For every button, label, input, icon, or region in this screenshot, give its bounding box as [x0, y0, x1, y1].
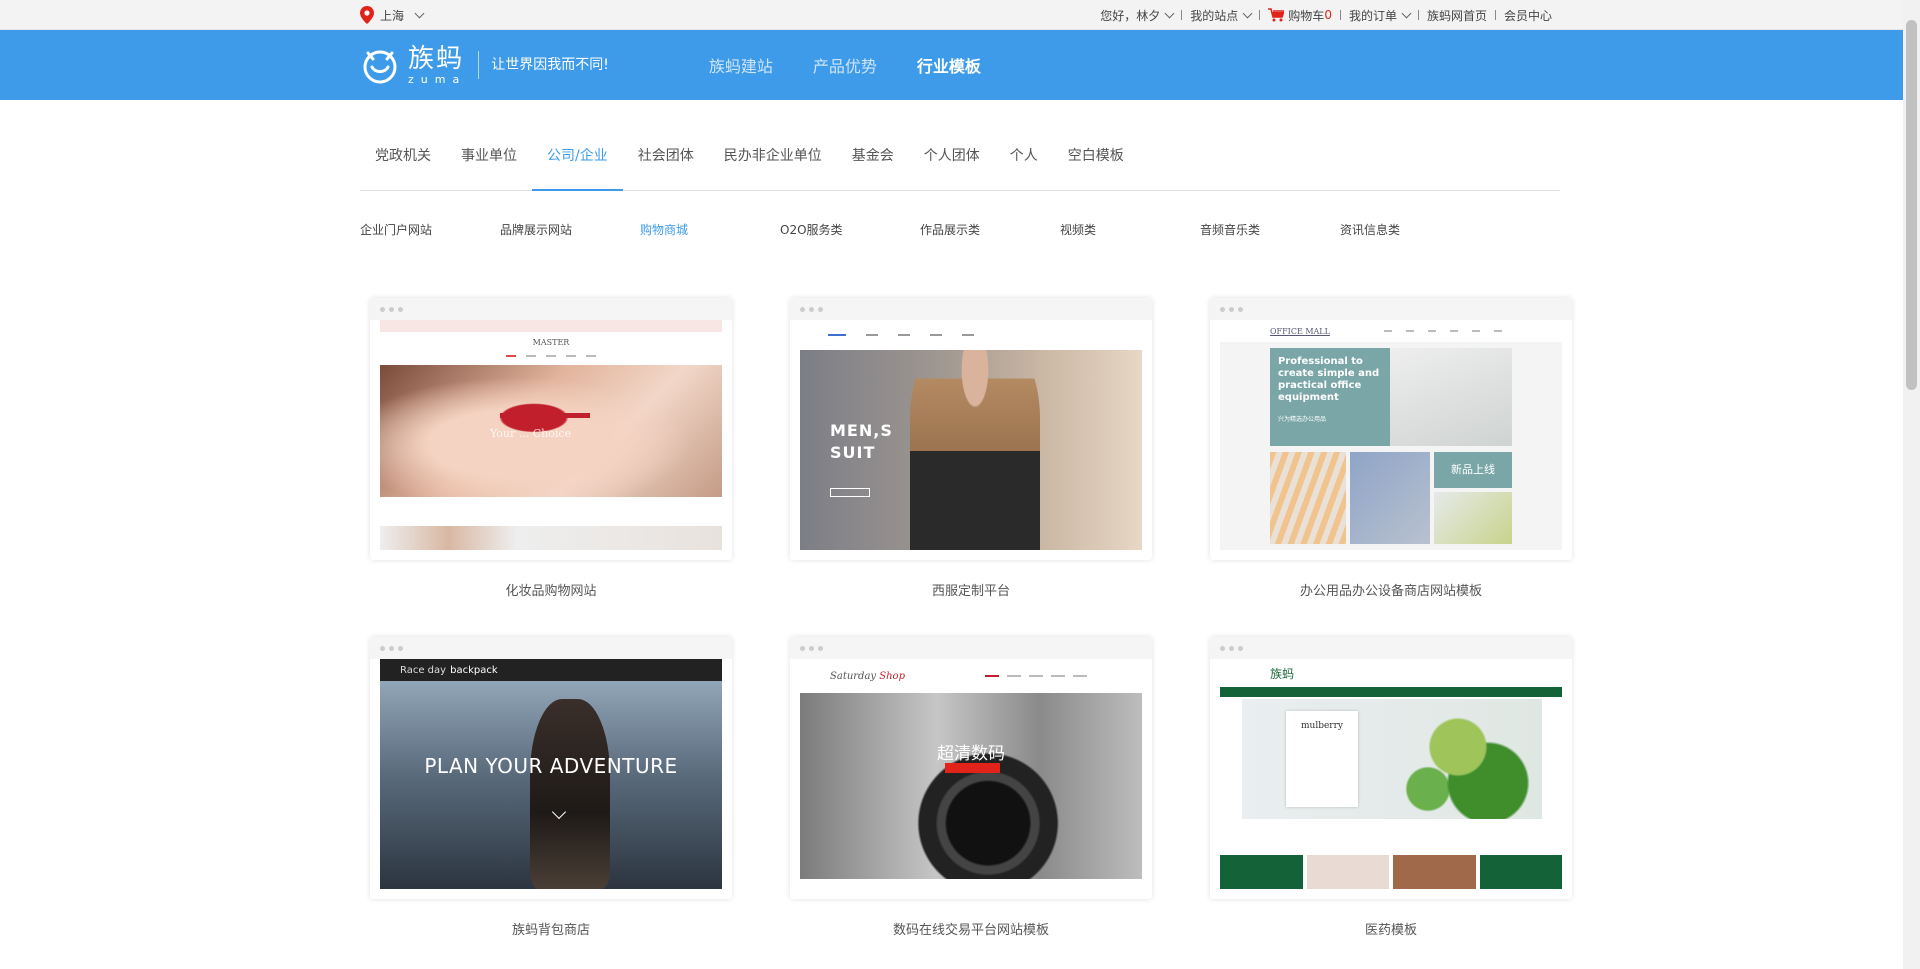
main-nav: 族蚂建站 产品优势 行业模板	[709, 53, 1021, 77]
location-selector[interactable]: 上海	[360, 6, 425, 24]
window-bar	[1210, 637, 1572, 659]
cart-label: 购物车	[1288, 8, 1325, 23]
location-pin-icon	[360, 6, 374, 24]
subcategory-filters: 企业门户网站 品牌展示网站 购物商城 O2O服务类 作品展示类 视频类 音频音乐…	[360, 221, 1560, 238]
window-bar	[790, 637, 1152, 659]
subcategory-item[interactable]: 音频音乐类	[1200, 221, 1340, 238]
home-link[interactable]: 族蚂网首页	[1419, 7, 1495, 24]
logo-en-text: zuma	[408, 72, 467, 86]
tab-category[interactable]: 基金会	[837, 134, 909, 190]
thumb-brand-a: Saturday	[830, 670, 877, 682]
tab-category[interactable]: 社会团体	[623, 134, 709, 190]
template-caption[interactable]: 数码在线交易平台网站模板	[790, 919, 1152, 938]
subcategory-item-active[interactable]: 购物商城	[640, 221, 780, 238]
template-caption[interactable]: 化妆品购物网站	[370, 580, 732, 599]
thumb-card-title: mulberry	[1286, 711, 1358, 807]
template-thumbnail: MASTER Your ... Choice	[380, 320, 722, 550]
scrollbar-thumb[interactable]	[1906, 20, 1917, 390]
thumb-title-2: SUIT	[830, 443, 876, 462]
tab-category[interactable]: 空白模板	[1053, 134, 1139, 190]
slogan: 让世界因我而不同!	[478, 51, 609, 79]
template-grid: MASTER Your ... Choice 化妆品购物网站 MEN,S SUIT	[370, 298, 1572, 938]
category-tabs: 党政机关 事业单位 公司/企业 社会团体 民办非企业单位 基金会 个人团体 个人…	[360, 134, 1560, 191]
member-center-link[interactable]: 会员中心	[1496, 7, 1560, 24]
template-thumbnail: OFFICE MALL Professional to create simpl…	[1220, 320, 1562, 550]
thumb-hero-text: PLAN YOUR ADVENTURE	[424, 754, 678, 778]
chevron-down-icon	[414, 8, 425, 18]
tab-category[interactable]: 党政机关	[360, 134, 446, 190]
template-card[interactable]: MASTER Your ... Choice 化妆品购物网站	[370, 298, 732, 599]
subcategory-item[interactable]: 作品展示类	[920, 221, 1060, 238]
window-bar	[370, 298, 732, 320]
template-thumbnail: 族蚂 mulberry	[1220, 659, 1562, 889]
tab-category[interactable]: 个人团体	[909, 134, 995, 190]
greeting-text: 您好，林夕	[1100, 8, 1161, 23]
template-card[interactable]: 族蚂 mulberry 医药模板	[1210, 637, 1572, 938]
template-caption[interactable]: 西服定制平台	[790, 580, 1152, 599]
nav-product-advantages[interactable]: 产品优势	[813, 53, 877, 77]
template-thumbnail: Saturday Shop 超清数码	[800, 659, 1142, 889]
thumb-panel-sub: 兴为精选办公用品	[1278, 416, 1327, 423]
template-caption[interactable]: 族蚂背包商店	[370, 919, 732, 938]
nav-industry-templates[interactable]: 行业模板	[917, 53, 981, 77]
location-label: 上海	[380, 8, 405, 23]
my-sites-label: 我的站点	[1190, 8, 1239, 23]
window-bar	[790, 298, 1152, 320]
template-preview: MASTER Your ... Choice	[370, 298, 732, 560]
thumb-hero-text: 超清数码	[937, 744, 1005, 764]
user-greeting[interactable]: 您好，林夕	[1092, 7, 1181, 24]
chevron-down-icon	[1242, 8, 1253, 18]
template-caption[interactable]: 办公用品办公设备商店网站模板	[1210, 580, 1572, 599]
logo[interactable]: 族蚂 zuma	[360, 45, 466, 85]
my-sites-link[interactable]: 我的站点	[1182, 7, 1259, 24]
ant-logo-icon	[363, 50, 397, 84]
tab-category[interactable]: 个人	[995, 134, 1053, 190]
template-preview: Race day backpack PLAN YOUR ADVENTURE	[370, 637, 732, 899]
template-card[interactable]: OFFICE MALL Professional to create simpl…	[1210, 298, 1572, 599]
template-preview: OFFICE MALL Professional to create simpl…	[1210, 298, 1572, 560]
subcategory-item[interactable]: 资讯信息类	[1340, 221, 1480, 238]
chevron-down-icon	[1164, 8, 1175, 18]
thumb-brand: 族蚂	[1270, 666, 1295, 681]
top-bar: 上海 您好，林夕 我的站点 购物车 0 我的订单 族蚂网首页 会员中心	[0, 0, 1920, 30]
logo-cn-text: 族蚂	[408, 43, 465, 74]
window-bar	[1210, 298, 1572, 320]
thumb-nav-b: backpack	[450, 664, 498, 676]
window-bar	[370, 637, 732, 659]
my-orders-link[interactable]: 我的订单	[1341, 7, 1418, 24]
subcategory-item[interactable]: O2O服务类	[780, 221, 920, 238]
template-preview: Saturday Shop 超清数码	[790, 637, 1152, 899]
cart-icon	[1268, 8, 1285, 22]
thumb-badge: 新品上线	[1434, 452, 1512, 488]
chevron-down-icon	[1401, 8, 1412, 18]
tab-category[interactable]: 事业单位	[446, 134, 532, 190]
subcategory-item[interactable]: 企业门户网站	[360, 221, 500, 238]
thumb-brand: MASTER	[532, 338, 570, 347]
vertical-scrollbar[interactable]	[1903, 0, 1920, 969]
template-card[interactable]: MEN,S SUIT 西服定制平台	[790, 298, 1152, 599]
cart-link[interactable]: 购物车 0	[1260, 7, 1340, 24]
thumb-title-1: MEN,S	[830, 421, 893, 440]
template-preview: 族蚂 mulberry	[1210, 637, 1572, 899]
thumb-script: Your ... Choice	[490, 427, 572, 440]
template-thumbnail: Race day backpack PLAN YOUR ADVENTURE	[380, 659, 722, 889]
main-header: 族蚂 zuma 让世界因我而不同! 族蚂建站 产品优势 行业模板	[0, 30, 1920, 100]
thumb-brand-b: Shop	[879, 670, 905, 682]
thumb-brand: OFFICE MALL	[1270, 326, 1330, 336]
template-caption[interactable]: 医药模板	[1210, 919, 1572, 938]
nav-build-site[interactable]: 族蚂建站	[709, 53, 773, 77]
template-card[interactable]: Saturday Shop 超清数码 数码在线交易平台网站模板	[790, 637, 1152, 938]
thumb-nav-a: Race day	[400, 664, 447, 676]
subcategory-item[interactable]: 视频类	[1060, 221, 1200, 238]
subcategory-item[interactable]: 品牌展示网站	[500, 221, 640, 238]
tab-category[interactable]: 民办非企业单位	[709, 134, 837, 190]
cart-count-badge: 0	[1324, 8, 1332, 22]
template-preview: MEN,S SUIT	[790, 298, 1152, 560]
thumb-panel-text: Professional to create simple and practi…	[1278, 356, 1380, 403]
template-card[interactable]: Race day backpack PLAN YOUR ADVENTURE 族蚂背…	[370, 637, 732, 938]
my-orders-label: 我的订单	[1348, 8, 1397, 23]
tab-category-active[interactable]: 公司/企业	[532, 134, 623, 191]
template-thumbnail: MEN,S SUIT	[800, 320, 1142, 550]
